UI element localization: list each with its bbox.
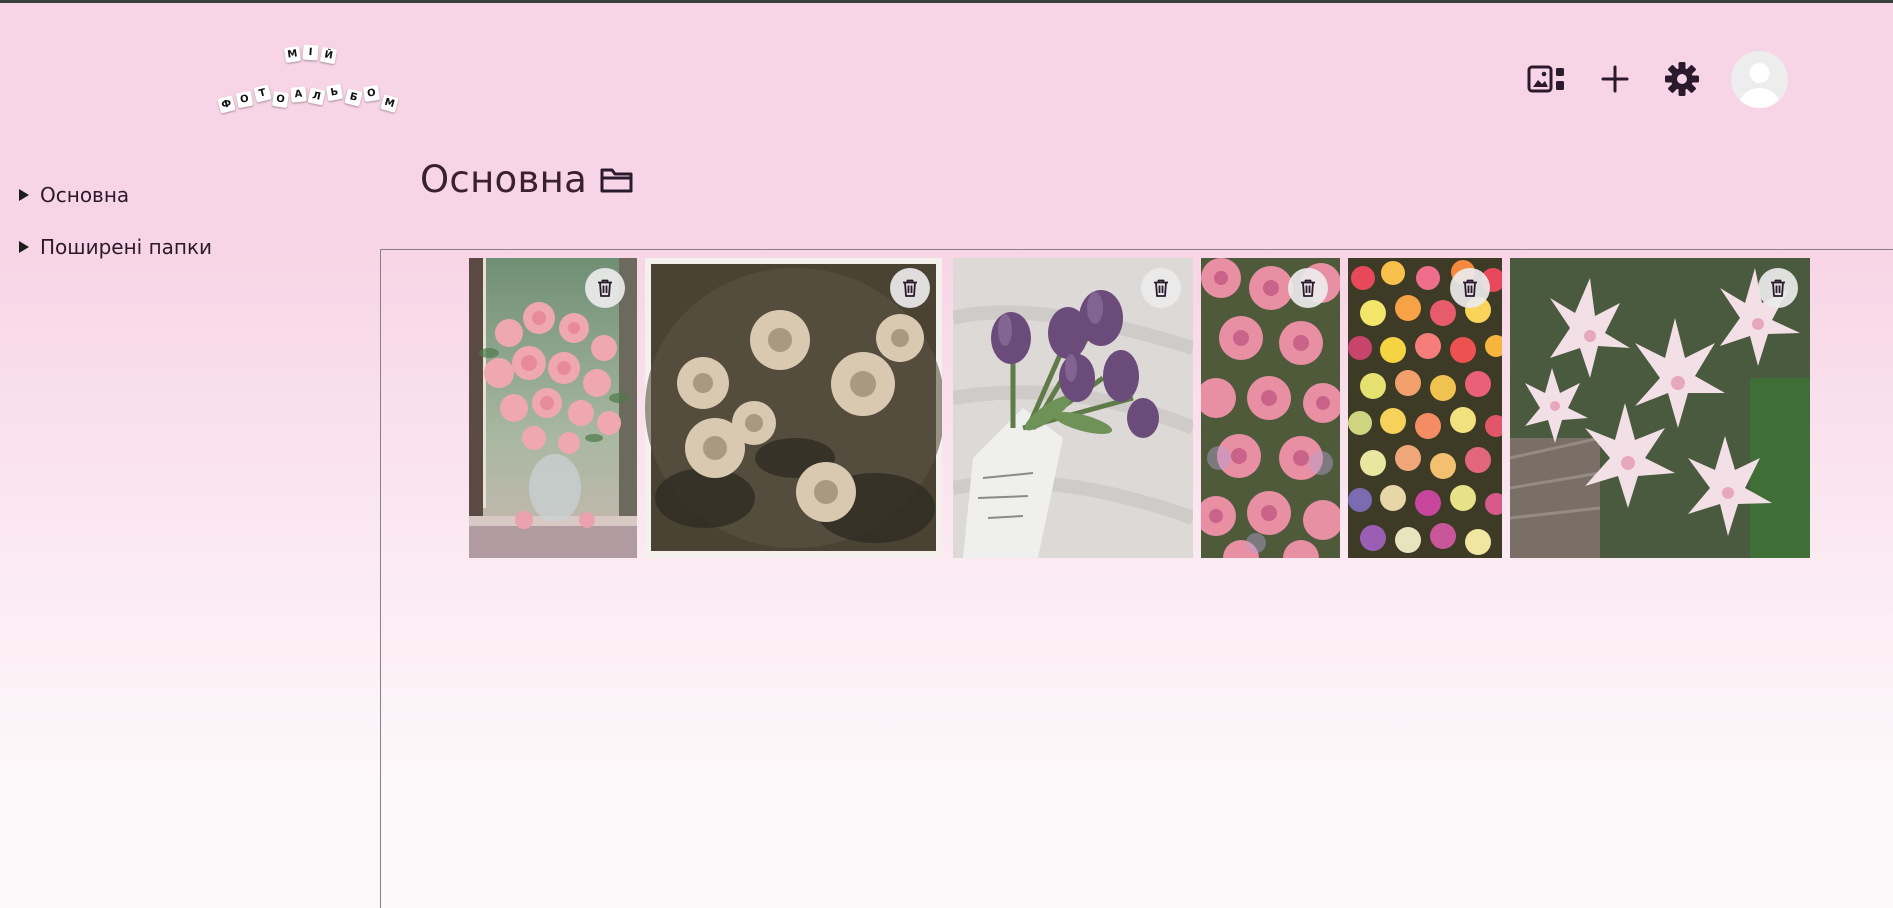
trash-icon bbox=[1771, 279, 1785, 297]
expand-triangle-icon bbox=[19, 241, 29, 253]
logo-tile: А bbox=[290, 86, 307, 103]
photo-card[interactable] bbox=[1201, 258, 1340, 558]
logo-tile: М bbox=[380, 94, 399, 113]
user-avatar[interactable] bbox=[1731, 51, 1788, 108]
trash-icon bbox=[1154, 279, 1168, 297]
settings-button[interactable] bbox=[1661, 58, 1703, 100]
logo-tile: О bbox=[272, 91, 289, 108]
sidebar-item-main[interactable]: Основна bbox=[19, 183, 129, 207]
logo-tile: О bbox=[363, 85, 380, 102]
sidebar-item-label: Основна bbox=[40, 183, 130, 207]
logo-tile: І bbox=[302, 44, 319, 61]
add-button[interactable] bbox=[1594, 58, 1636, 100]
trash-icon bbox=[1301, 279, 1315, 297]
plus-icon bbox=[1601, 65, 1629, 93]
page-title-text: Основна bbox=[420, 158, 588, 201]
delete-photo-button[interactable] bbox=[1288, 268, 1328, 308]
gallery-icon bbox=[1527, 65, 1564, 93]
trash-icon bbox=[598, 279, 612, 297]
delete-photo-button[interactable] bbox=[585, 268, 625, 308]
trash-icon bbox=[1463, 279, 1477, 297]
logo-tile: М bbox=[284, 46, 301, 63]
sidebar-item-label: Поширені папки bbox=[40, 235, 213, 259]
user-icon bbox=[1739, 63, 1780, 108]
expand-triangle-icon bbox=[19, 189, 29, 201]
photo-card[interactable] bbox=[1510, 258, 1810, 558]
page-title: Основна bbox=[420, 158, 635, 201]
logo-tile: Л bbox=[307, 87, 326, 106]
gear-icon bbox=[1665, 62, 1699, 96]
folder-icon bbox=[600, 168, 633, 192]
top-border bbox=[0, 0, 1893, 3]
sidebar-item-shared-folders[interactable]: Поширені папки bbox=[19, 235, 212, 259]
app-logo[interactable]: М І Й Ф О Т О А Л Ь Б О М bbox=[213, 40, 413, 120]
logo-tile: Й bbox=[319, 46, 338, 65]
photo-card[interactable] bbox=[953, 258, 1193, 558]
logo-tile: Т bbox=[253, 84, 272, 103]
delete-photo-button[interactable] bbox=[1758, 268, 1798, 308]
gallery-view-button[interactable] bbox=[1526, 58, 1568, 100]
photo-card[interactable] bbox=[1348, 258, 1502, 558]
logo-tile: Ь bbox=[325, 83, 344, 102]
photo-card[interactable] bbox=[469, 258, 637, 558]
logo-tile: Б bbox=[344, 88, 363, 107]
photo-card[interactable] bbox=[645, 258, 942, 558]
trash-icon bbox=[903, 279, 917, 297]
logo-tile: О bbox=[235, 90, 254, 109]
delete-photo-button[interactable] bbox=[890, 268, 930, 308]
delete-photo-button[interactable] bbox=[1141, 268, 1181, 308]
logo-tile: Ф bbox=[217, 95, 236, 114]
delete-photo-button[interactable] bbox=[1450, 268, 1490, 308]
